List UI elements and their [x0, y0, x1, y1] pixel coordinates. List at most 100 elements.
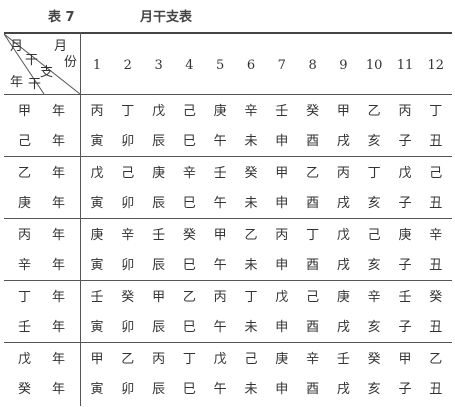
month-branch-cell: 未: [244, 382, 258, 397]
corner-label-yue-right: 月: [54, 39, 68, 54]
year-stem: 辛: [18, 258, 32, 273]
month-branch-cell: 亥: [367, 134, 381, 149]
year-label: 辛年: [4, 250, 80, 274]
month-branch-cell: 寅: [90, 134, 104, 149]
year-suffix: 年: [52, 104, 66, 119]
month-branch-cell: 寅: [90, 320, 104, 335]
month-header-9: 9: [339, 58, 348, 73]
month-stem-cell: 庚: [213, 104, 227, 119]
corner-label-gan-mid: 干: [25, 53, 39, 68]
month-stem-cell: 丁: [429, 104, 443, 119]
month-branch-cell: 丑: [429, 258, 443, 273]
month-stem-cell: 丙: [275, 228, 289, 243]
month-stem-cell: 乙: [121, 352, 135, 367]
group-rule-5: [4, 342, 452, 343]
month-stem-cell: 甲: [275, 166, 289, 181]
month-branch-cell: 午: [213, 134, 227, 149]
year-suffix: 年: [52, 352, 66, 367]
group-rule-3: [4, 218, 452, 219]
month-branch-cell: 戌: [336, 258, 350, 273]
month-stem-cell: 辛: [367, 290, 381, 305]
month-stem-cell: 甲: [398, 352, 412, 367]
corner-label-nian: 年: [10, 75, 24, 90]
month-stem-cell: 庚: [275, 352, 289, 367]
month-stem-cell: 癸: [367, 352, 381, 367]
month-header-8: 8: [308, 58, 317, 73]
month-stem-cell: 辛: [429, 228, 443, 243]
year-stem: 乙: [18, 166, 32, 181]
corner-header-cell: 月 干 支 月 份 年 干: [4, 34, 80, 94]
month-stem-cell: 壬: [90, 290, 104, 305]
month-header-3: 3: [154, 58, 163, 73]
header-divider-line: [80, 32, 81, 406]
month-branch-cell: 酉: [306, 382, 320, 397]
month-stem-cell: 丙: [336, 166, 350, 181]
month-header-5: 5: [216, 58, 225, 73]
month-branch-cell: 午: [213, 320, 227, 335]
month-branch-cell: 酉: [306, 258, 320, 273]
year-label: 丙年: [4, 220, 80, 244]
month-branch-cell: 申: [275, 258, 289, 273]
year-stem: 癸: [18, 382, 32, 397]
month-branch-cell: 卯: [121, 134, 135, 149]
group-rule-1: [4, 94, 452, 95]
year-stem: 己: [18, 134, 32, 149]
month-branch-cell: 亥: [367, 382, 381, 397]
month-stem-cell: 庚: [336, 290, 350, 305]
month-branch-cell: 寅: [90, 382, 104, 397]
month-header-6: 6: [246, 58, 256, 73]
month-branch-cell: 酉: [306, 320, 320, 335]
month-branch-cell: 卯: [121, 382, 135, 397]
month-branch-cell: 申: [275, 320, 289, 335]
month-stem-cell: 丁: [182, 352, 196, 367]
month-stem-cell: 戊: [213, 352, 227, 367]
month-header-4: 4: [185, 58, 194, 73]
group-rule-2: [4, 156, 452, 157]
month-stem-cell: 丙: [398, 104, 412, 119]
year-suffix: 年: [52, 228, 66, 243]
month-stem-cell: 乙: [306, 166, 320, 181]
month-stem-cell: 己: [121, 166, 135, 181]
month-branch-cell: 巳: [182, 134, 196, 149]
month-stem-cell: 丁: [121, 104, 135, 119]
year-label: 壬年: [4, 312, 80, 336]
month-stem-cell: 丙: [213, 290, 227, 305]
year-label: 己年: [4, 126, 80, 150]
month-branch-cell: 子: [398, 320, 412, 335]
year-label: 庚年: [4, 188, 80, 212]
month-stem-cell: 戊: [152, 104, 166, 119]
year-suffix: 年: [52, 196, 66, 211]
month-branch-cell: 子: [398, 382, 412, 397]
month-stem-cell: 丙: [152, 352, 166, 367]
month-stem-cell: 庚: [398, 228, 412, 243]
group-rule-4: [4, 280, 452, 281]
year-suffix: 年: [52, 134, 66, 149]
month-header-7: 7: [277, 58, 286, 73]
year-stem: 戊: [18, 352, 32, 367]
month-stem-cell: 己: [306, 290, 320, 305]
month-branch-cell: 巳: [182, 258, 196, 273]
year-label: 乙年: [4, 158, 80, 182]
month-stem-cell: 壬: [213, 166, 227, 181]
month-branch-cell: 寅: [90, 258, 104, 273]
month-stem-cell: 壬: [336, 352, 350, 367]
month-branch-cell: 戌: [336, 382, 350, 397]
month-branch-cell: 未: [244, 320, 258, 335]
year-suffix: 年: [52, 166, 66, 181]
month-branch-cell: 巳: [182, 196, 196, 211]
year-label: 戊年: [4, 344, 80, 368]
year-label: 丁年: [4, 282, 80, 306]
year-stem: 壬: [18, 320, 32, 335]
month-stem-cell: 丙: [90, 104, 104, 119]
month-stem-cell: 己: [244, 352, 258, 367]
month-branch-cell: 酉: [306, 196, 320, 211]
month-stem-cell: 辛: [244, 104, 258, 119]
year-suffix: 年: [52, 290, 66, 305]
month-stem-cell: 乙: [182, 290, 196, 305]
month-stem-cell: 戊: [336, 228, 350, 243]
month-branch-cell: 巳: [182, 320, 196, 335]
month-branch-cell: 卯: [121, 196, 135, 211]
month-branch-cell: 戌: [336, 196, 350, 211]
month-branch-cell: 申: [275, 196, 289, 211]
year-suffix: 年: [52, 258, 66, 273]
